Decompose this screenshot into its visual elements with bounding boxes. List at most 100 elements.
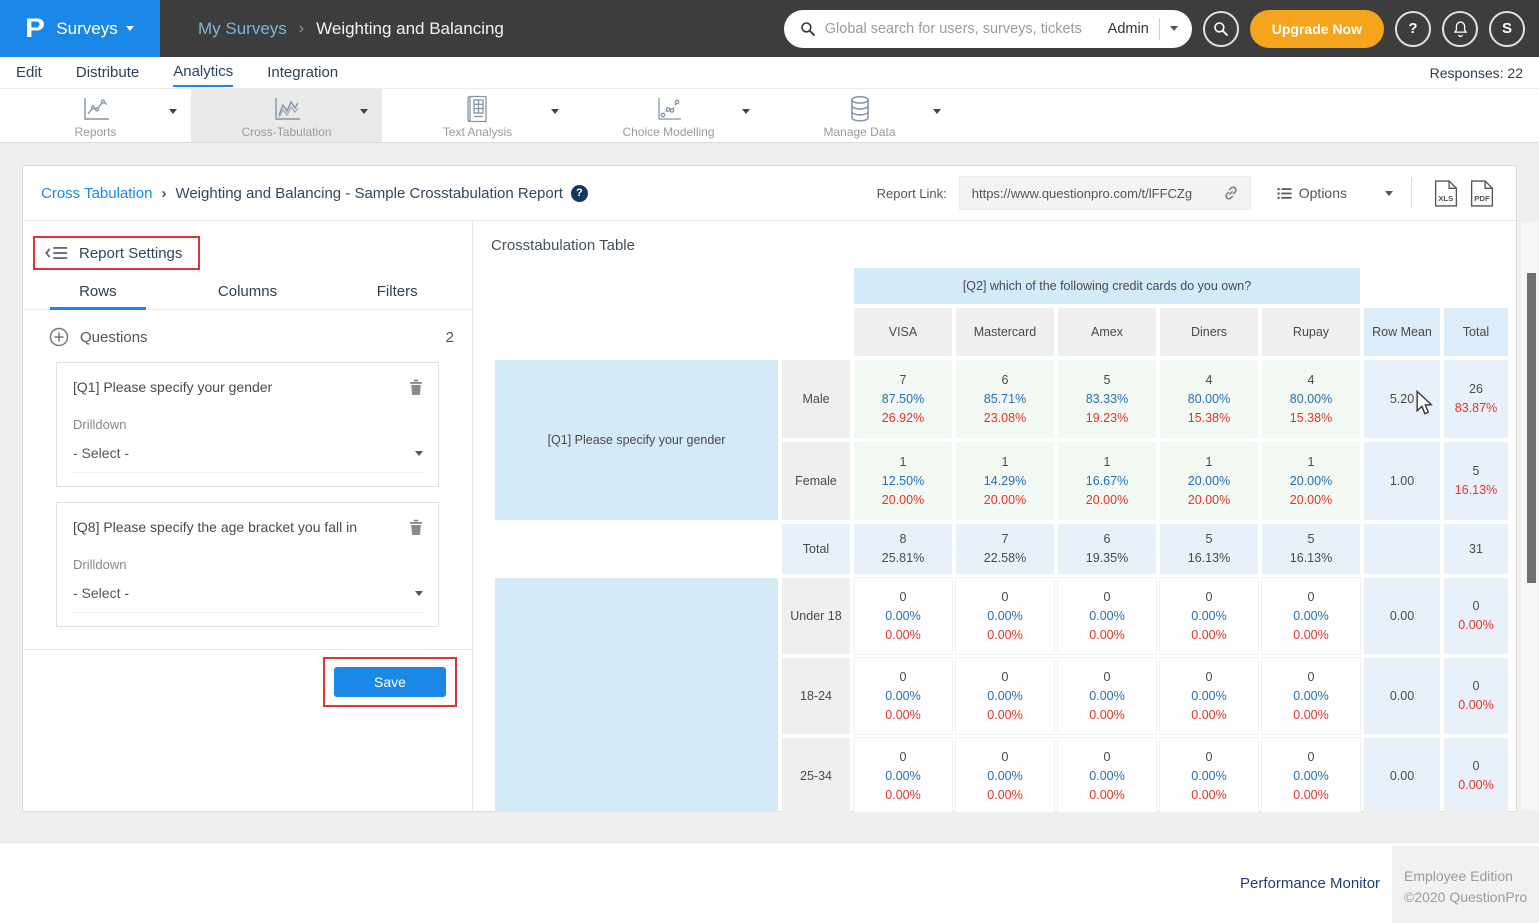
total-cell: 00.00% xyxy=(1444,578,1508,654)
toolbar-item-label: Choice Modelling xyxy=(622,125,714,139)
export-xls-button[interactable]: XLS xyxy=(1434,180,1458,207)
chevron-down-icon[interactable] xyxy=(742,109,750,114)
row-group-label xyxy=(495,578,778,812)
link-icon[interactable] xyxy=(1222,184,1240,202)
divider xyxy=(1411,178,1412,208)
column-group-header: [Q2] which of the following credit cards… xyxy=(854,268,1360,304)
help-badge-icon[interactable]: ? xyxy=(571,185,588,202)
column-header: Rupay xyxy=(1262,308,1360,356)
toolbar-item-text-analysis[interactable]: Text Analysis xyxy=(382,89,573,142)
cross-tabulation-link[interactable]: Cross Tabulation xyxy=(41,185,152,202)
table-row: [Q1] Please specify your gender Male 787… xyxy=(495,360,1508,438)
drilldown-label: Drilldown xyxy=(73,417,423,432)
delete-question-button[interactable] xyxy=(409,379,423,400)
chevron-down-icon[interactable] xyxy=(169,109,177,114)
table-cell: 00.00%0.00% xyxy=(1058,578,1156,654)
survey-nav: Edit Distribute Analytics Integration Re… xyxy=(0,57,1539,88)
questions-label: Questions xyxy=(80,329,148,346)
table-cell: 825.81% xyxy=(854,524,952,574)
edition-line1: Employee Edition xyxy=(1404,866,1539,887)
total-cell: 31 xyxy=(1444,524,1508,574)
search-scope-caret-icon[interactable] xyxy=(1170,26,1178,31)
questions-row: Questions 2 xyxy=(49,327,454,347)
options-menu[interactable]: Options xyxy=(1277,185,1347,201)
tab-distribute[interactable]: Distribute xyxy=(76,60,139,86)
export-pdf-button[interactable]: PDF xyxy=(1470,180,1494,207)
row-label: Male xyxy=(782,360,850,438)
search-scope[interactable]: Admin xyxy=(1108,21,1149,37)
table-cell: 480.00%15.38% xyxy=(1262,360,1360,438)
drilldown-select[interactable]: - Select - xyxy=(73,445,423,473)
search-icon xyxy=(1213,21,1229,37)
xls-label: XLS xyxy=(1438,193,1453,202)
question-text: [Q1] Please specify your gender xyxy=(73,378,409,398)
help-button[interactable]: ? xyxy=(1395,11,1431,47)
question-mark-icon: ? xyxy=(1408,20,1417,37)
drilldown-select[interactable]: - Select - xyxy=(73,585,423,613)
table-cell: 120.00%20.00% xyxy=(1262,442,1360,520)
row-mean-cell: 0.00 xyxy=(1364,578,1440,654)
total-cell: 2683.87% xyxy=(1444,360,1508,438)
save-button[interactable]: Save xyxy=(334,667,446,697)
total-cell: 00.00% xyxy=(1444,658,1508,734)
tab-analytics[interactable]: Analytics xyxy=(173,59,233,87)
questionpro-logo: P xyxy=(25,13,45,44)
tab-integration[interactable]: Integration xyxy=(267,60,338,86)
column-header: Amex xyxy=(1058,308,1156,356)
delete-question-button[interactable] xyxy=(409,519,423,540)
global-search[interactable]: Admin xyxy=(784,10,1192,48)
options-caret-icon[interactable] xyxy=(1385,191,1393,196)
divider xyxy=(23,649,472,650)
crosstab-table-area: Crosstabulation Table [Q2] which of the … xyxy=(473,221,1516,812)
toolbar-item-choice-modelling[interactable]: Choice Modelling xyxy=(573,89,764,142)
notifications-button[interactable] xyxy=(1442,11,1478,47)
report-card: Cross Tabulation › Weighting and Balanci… xyxy=(22,165,1517,812)
avatar-initial: S xyxy=(1502,20,1512,37)
add-question-icon[interactable] xyxy=(49,327,69,347)
report-actions: Report Link: https://www.questionpro.com… xyxy=(877,176,1500,210)
row-mean-cell: 5.20 xyxy=(1364,360,1440,438)
table-cell: 685.71%23.08% xyxy=(956,360,1054,438)
table-cell: 00.00%0.00% xyxy=(1058,738,1156,812)
avatar[interactable]: S xyxy=(1489,11,1525,47)
total-cell: 516.13% xyxy=(1444,442,1508,520)
row-label: 25-34 xyxy=(782,738,850,812)
performance-monitor-link[interactable]: Performance Monitor xyxy=(1240,875,1380,892)
total-header: Total xyxy=(1444,308,1508,356)
top-bar: P Surveys My Surveys › Weighting and Bal… xyxy=(0,0,1539,57)
annotation-save: Save xyxy=(323,657,457,707)
search-submit-button[interactable] xyxy=(1203,11,1239,47)
scrollbar-thumb[interactable] xyxy=(1527,273,1536,583)
tab-rows[interactable]: Rows xyxy=(23,283,173,309)
toolbar-item-cross-tabulation[interactable]: Cross-Tabulation xyxy=(191,89,382,142)
tab-filters[interactable]: Filters xyxy=(322,283,472,309)
trash-icon xyxy=(409,379,423,395)
trash-icon xyxy=(409,519,423,535)
chevron-down-icon[interactable] xyxy=(551,109,559,114)
table-cell: 619.35% xyxy=(1058,524,1156,574)
row-mean-cell: 0.00 xyxy=(1364,658,1440,734)
multi-line-chart-icon xyxy=(272,95,302,123)
report-link-url[interactable]: https://www.questionpro.com/t/lFFCZg xyxy=(972,186,1222,201)
tab-columns[interactable]: Columns xyxy=(173,283,323,309)
select-value: - Select - xyxy=(73,445,415,461)
table-cell: 00.00%0.00% xyxy=(1058,658,1156,734)
upgrade-now-button[interactable]: Upgrade Now xyxy=(1250,10,1384,48)
tab-edit[interactable]: Edit xyxy=(16,60,42,86)
report-link-field[interactable]: https://www.questionpro.com/t/lFFCZg xyxy=(959,176,1251,210)
question-card-q8: [Q8] Please specify the age bracket you … xyxy=(56,502,439,627)
collapse-menu-icon[interactable] xyxy=(45,244,69,262)
chevron-down-icon[interactable] xyxy=(933,109,941,114)
topbar-actions: Admin Upgrade Now ? S xyxy=(784,10,1539,48)
pdf-label: PDF xyxy=(1474,193,1490,202)
surveys-product-menu[interactable]: P Surveys xyxy=(0,0,160,57)
toolbar-item-reports[interactable]: Reports xyxy=(0,89,191,142)
breadcrumb-my-surveys[interactable]: My Surveys xyxy=(198,19,287,39)
table-cell: 00.00%0.00% xyxy=(1160,578,1258,654)
toolbar-item-manage-data[interactable]: Manage Data xyxy=(764,89,955,142)
breadcrumb-current: Weighting and Balancing xyxy=(316,19,504,39)
divider xyxy=(1159,18,1160,40)
chevron-down-icon[interactable] xyxy=(360,109,368,114)
table-cell: 00.00%0.00% xyxy=(956,578,1054,654)
search-input[interactable] xyxy=(825,21,1098,37)
